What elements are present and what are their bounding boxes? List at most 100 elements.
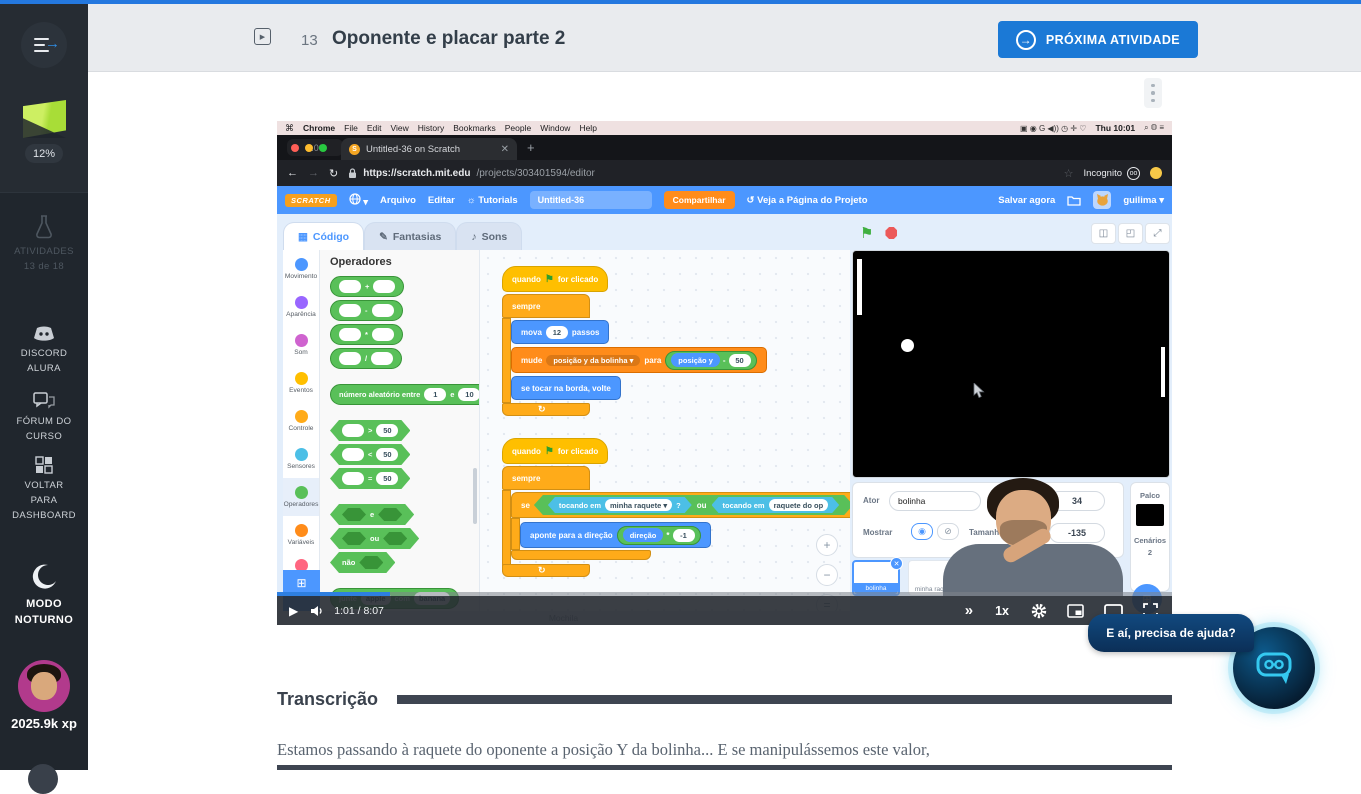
sprite-y-value: -135 (1049, 523, 1105, 543)
loop-arrow-icon: ↻ (538, 565, 546, 576)
scratch-editor-panel: ▦Código ✎Fantasias ♪Sons Movimento Aparê… (277, 214, 850, 625)
palette-scrollbar (473, 468, 477, 524)
backdrop-thumbnail (1136, 504, 1164, 526)
if-block: se tocando emminha raquete ▾? ou tocando… (511, 492, 850, 518)
next-activity-button[interactable]: → PRÓXIMA ATIVIDADE (998, 21, 1198, 58)
play-button[interactable]: ▶ (289, 604, 298, 618)
volume-button[interactable] (310, 605, 324, 617)
sidebar-item-atividades[interactable]: ATIVIDADES 13 de 18 (0, 214, 88, 274)
sidebar-item-discord[interactable]: DISCORD ALURA (0, 326, 88, 376)
folder-icon (1067, 195, 1081, 206)
sidebar: → 12% ATIVIDADES 13 de 18 DISCORD ALURA … (0, 4, 88, 770)
sidebar-bottom-item (28, 764, 58, 794)
user-avatar[interactable] (18, 660, 70, 712)
back-icon: ← (287, 167, 298, 179)
stop-button (885, 227, 897, 239)
show-sprite-button: ◉ (911, 523, 933, 540)
forever-block: sempre (502, 294, 590, 318)
lesson-header: ▶ 13 Oponente e placar parte 2 → PRÓXIMA… (88, 4, 1361, 72)
browser-tab: S Untitled-36 on Scratch ✕ (341, 138, 517, 160)
sprite-name-input: bolinha (889, 491, 981, 511)
right-paddle (1161, 347, 1165, 397)
scratch-user-avatar (1093, 191, 1111, 209)
project-name-input: Untitled-36 (530, 191, 652, 209)
scratch-menu-bar: SCRATCH ▾ Arquivo Editar ☼ Tutorials Unt… (277, 186, 1172, 214)
category-controle: Controle (283, 402, 319, 440)
zoom-in-button: + (816, 534, 838, 556)
stage-panel: ⚑ ◫ ◰ ⤢ Ator bolinha ↔ x (850, 214, 1172, 625)
green-flag-icon: ⚑ (545, 274, 554, 285)
flask-icon (34, 214, 54, 240)
code-canvas: quando⚑for clicado sempre mova12passos m… (480, 250, 850, 625)
speed-button[interactable]: 1x (995, 604, 1009, 618)
dashboard-grid-icon (35, 456, 53, 474)
skip-forward-button[interactable]: » (965, 602, 973, 619)
help-chat-bubble[interactable]: E aí, precisa de ajuda? (1088, 614, 1254, 652)
category-sensores: Sensores (283, 440, 319, 478)
course-progress-logo[interactable] (23, 100, 66, 138)
user-xp: 2025.9k xp (0, 716, 88, 731)
operator-and-block: e (330, 504, 414, 525)
sprite-card-bolinha: ✕ bolinha (852, 560, 900, 596)
small-stage-button: ◫ (1091, 223, 1116, 244)
green-flag-button: ⚑ (860, 224, 873, 242)
transcript-paragraph: Estamos passando à raquete do oponente a… (277, 737, 1172, 763)
apple-menu-icon: ⌘ (285, 123, 294, 134)
save-now-link: Salvar agora (998, 195, 1055, 206)
block-palette: Operadores + - * / número aleatório entr… (320, 250, 480, 625)
fullscreen-stage-button: ⤢ (1145, 223, 1170, 244)
share-button: Compartilhar (664, 191, 735, 209)
discord-icon (33, 326, 55, 342)
category-som: Som (283, 326, 319, 364)
sidebar-item-dashboard[interactable]: VOLTAR PARA DASHBOARD (0, 456, 88, 523)
touching-block-2: tocando emraquete do op (712, 497, 840, 513)
chrome-profile-avatar (1150, 167, 1162, 179)
point-direction-block: aponte para a direção direção*-1 (520, 522, 711, 548)
section-divider-bar (277, 765, 1172, 770)
mac-minimize-button (305, 144, 313, 152)
category-variaveis: Variáveis (283, 516, 319, 554)
scratch-menu-editar: Editar (428, 195, 455, 206)
category-aparencia: Aparência (283, 288, 319, 326)
language-globe-icon: ▾ (349, 193, 368, 208)
expand-sidebar-button[interactable]: → (21, 22, 67, 68)
sidebar-item-forum[interactable]: FÓRUM DO CURSO (0, 392, 88, 444)
operator-eq-block: =50 (330, 468, 410, 489)
sidebar-item-night-mode[interactable]: MODO NOTURNO (0, 562, 88, 628)
moon-icon (29, 562, 59, 592)
scratch-tab-row: ▦Código ✎Fantasias ♪Sons (283, 222, 522, 250)
arrow-right-circle-icon: → (1016, 30, 1036, 50)
green-flag-icon: ⚑ (545, 446, 554, 457)
reload-icon: ↻ (329, 167, 338, 180)
chrome-tab-strip: 1.00 S Untitled-36 on Scratch ✕ + (277, 135, 1172, 160)
operator-add-block: + (330, 276, 404, 297)
scratch-username: guilima ▾ (1123, 195, 1164, 206)
see-project-page-link: ↺ Veja a Página do Projeto (747, 195, 868, 206)
block-category-list: Movimento Aparência Som Eventos Controle… (283, 250, 320, 625)
macos-menu-bar: ⌘ Chrome File Edit View History Bookmark… (277, 121, 1172, 135)
video-type-icon: ▶ (254, 28, 271, 45)
large-stage-button: ◰ (1118, 223, 1143, 244)
scratch-editor-body: ▦Código ✎Fantasias ♪Sons Movimento Aparê… (277, 214, 1172, 625)
video-player: ⌘ Chrome File Edit View History Bookmark… (277, 121, 1172, 625)
menubar-icons: ▣ ◉ G ◀)) ◷ ✛ ♡ (1020, 124, 1086, 133)
forward-icon: → (308, 167, 319, 179)
pip-button[interactable] (1067, 604, 1084, 618)
video-options-kebab-menu[interactable] (1144, 78, 1162, 108)
sprite-size-value: 100 (1009, 523, 1045, 543)
category-movimento: Movimento (283, 250, 319, 288)
close-tab-icon: ✕ (501, 144, 509, 155)
brush-icon: ✎ (379, 231, 388, 243)
forum-chat-icon (33, 392, 55, 410)
stage-viewport (852, 250, 1170, 478)
operator-or-block: ou (330, 528, 419, 549)
delete-sprite-icon: ✕ (890, 557, 903, 570)
category-operadores: Operadores (283, 478, 319, 516)
sprite-card-minha-raquete: minha raq... (908, 560, 956, 596)
zoom-out-button: − (816, 564, 838, 586)
settings-gear-button[interactable] (1031, 603, 1047, 619)
address-bar: https://scratch.mit.edu/projects/3034015… (348, 168, 595, 179)
robot-chat-icon (1251, 647, 1297, 689)
stage-header: ⚑ ◫ ◰ ⤢ (852, 220, 1170, 246)
forever-block-2: sempre (502, 466, 590, 490)
